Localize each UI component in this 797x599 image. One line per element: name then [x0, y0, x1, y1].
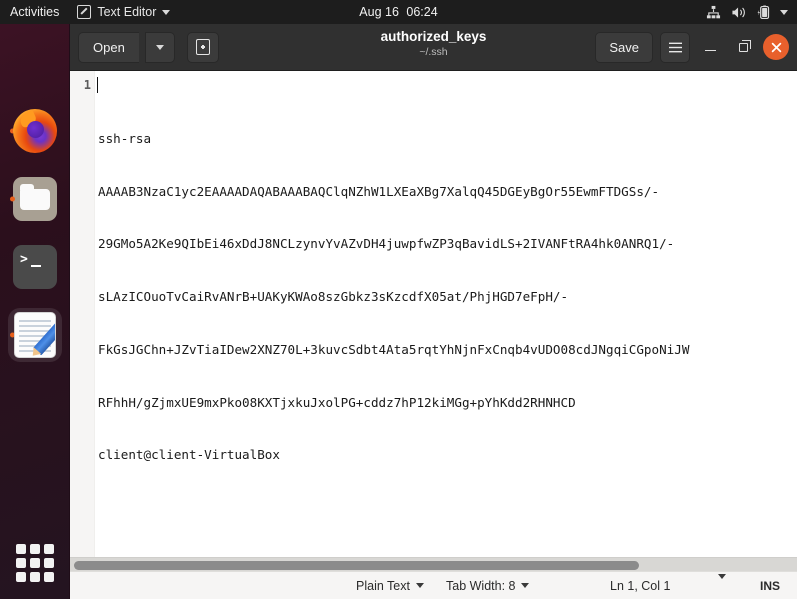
prompt-glyph: >: [20, 252, 28, 267]
dock-item-files[interactable]: [8, 172, 62, 226]
grid-dot: [44, 558, 54, 568]
editor-region: 1 ssh-rsa AAAAB3NzaC1yc2EAAAADAQABAAABAQ…: [70, 71, 797, 571]
tab-width-selector[interactable]: Tab Width: 8: [446, 578, 530, 593]
cursor-glyph: [31, 265, 41, 267]
minimize-icon: [704, 49, 716, 52]
network-icon: [706, 5, 721, 18]
chevron-down-icon: [155, 44, 164, 50]
source-view[interactable]: 1 ssh-rsa AAAAB3NzaC1yc2EAAAADAQABAAABAQ…: [70, 71, 797, 571]
maximize-icon: [738, 40, 751, 52]
insert-mode-label: INS: [760, 578, 781, 593]
code-line: ssh-rsa: [98, 130, 152, 146]
terminal-icon: >: [13, 245, 57, 289]
open-button[interactable]: Open: [78, 31, 139, 63]
chevron-down-icon: [718, 573, 726, 593]
top-bar-left-group: Activities Text Editor: [0, 5, 171, 19]
system-tray[interactable]: [706, 0, 788, 24]
grid-dot: [30, 572, 40, 582]
language-selector[interactable]: Plain Text: [356, 579, 424, 593]
close-button[interactable]: [763, 34, 789, 60]
chevron-down-icon: [162, 9, 171, 15]
hamburger-menu-icon: [668, 42, 682, 52]
grid-dot: [30, 544, 40, 554]
clock-date: Aug 16: [359, 5, 399, 19]
firefox-icon: [13, 109, 57, 153]
tab-width-label: Tab Width: 8: [446, 578, 516, 593]
header-left-buttons: Open: [78, 31, 219, 63]
language-label: Plain Text: [356, 578, 410, 593]
chevron-down-icon: [521, 583, 530, 588]
chevron-down-icon[interactable]: [780, 9, 788, 15]
grid-dot: [30, 558, 40, 568]
grid-dot: [16, 572, 26, 582]
code-text-area[interactable]: ssh-rsa AAAAB3NzaC1yc2EAAAADAQABAAABAQCl…: [95, 71, 797, 571]
grid-dot: [16, 544, 26, 554]
files-icon: [13, 177, 57, 221]
pencil-glyph: [33, 322, 55, 356]
volume-icon: [732, 6, 745, 18]
dock-item-terminal[interactable]: >: [8, 240, 62, 294]
code-line: AAAAB3NzaC1yc2EAAAADAQABAAABAQClqNZhW1LX…: [98, 183, 660, 199]
horizontal-scrollbar-thumb[interactable]: [74, 561, 639, 570]
activities-button[interactable]: Activities: [10, 5, 59, 19]
cursor-position-label: Ln 1, Col 1: [610, 579, 670, 593]
text-editor-icon: [77, 5, 92, 19]
code-line: sLAzICOuoTvCaiRvANrB+UAKyKWAo8szGbkz3sKz…: [98, 289, 569, 305]
new-document-icon: [195, 39, 210, 55]
show-applications-button[interactable]: [16, 544, 54, 582]
header-right-buttons: Save: [595, 31, 789, 63]
maximize-button[interactable]: [730, 34, 756, 60]
desktop-screen: Activities Text Editor Aug 16 06:24 > Op…: [0, 0, 797, 599]
hamburger-menu-button[interactable]: [660, 31, 690, 63]
save-button[interactable]: Save: [595, 31, 653, 63]
clock-time: 06:24: [406, 5, 438, 19]
app-menu-button[interactable]: Text Editor: [77, 5, 171, 19]
grid-dot: [44, 572, 54, 582]
line-number: 1: [83, 78, 91, 92]
horizontal-scrollbar[interactable]: [70, 557, 797, 571]
grid-dot: [44, 544, 54, 554]
dock-item-firefox[interactable]: [8, 104, 62, 158]
code-line: 29GMo5A2Ke9QIbEi46xDdJ8NCLzynvYvAZvDH4ju…: [98, 236, 675, 252]
minimize-button[interactable]: [697, 34, 723, 60]
grid-dot: [16, 558, 26, 568]
line-number-gutter: 1: [70, 71, 95, 571]
running-indicator-dot: [10, 196, 15, 202]
code-line: RFhhH/gZjmxUE9mxPko08KXTjxkuJxolPG+cddz7…: [98, 394, 576, 410]
app-menu-label: Text Editor: [97, 5, 157, 19]
text-cursor: [97, 77, 98, 93]
code-line: client@client-VirtualBox: [98, 447, 280, 463]
battery-charging-icon: [757, 4, 770, 19]
open-dropdown-button[interactable]: [144, 31, 175, 63]
dock-item-text-editor[interactable]: [8, 308, 62, 362]
new-document-button[interactable]: [186, 31, 219, 63]
ubuntu-dock: >: [0, 24, 70, 599]
folder-glyph: [20, 183, 50, 210]
window-header-bar: Open authorized_keys ~/.ssh Save: [70, 24, 797, 71]
cursor-position-text: Ln 1, Col 1: [610, 578, 671, 593]
close-icon: [771, 42, 781, 52]
gnome-top-bar: Activities Text Editor Aug 16 06:24: [0, 0, 797, 24]
status-bar: Plain Text Tab Width: 8 Ln 1, Col 1 INS: [70, 571, 797, 599]
code-line: FkGsJGChn+JZvTiaIDew2XNZ70L+3kuvcSdbt4At…: [98, 341, 690, 357]
text-editor-window: Open authorized_keys ~/.ssh Save 1 ssh-r…: [70, 24, 797, 599]
cursor-position-dropdown[interactable]: [718, 573, 726, 593]
chevron-down-icon: [415, 583, 424, 588]
text-editor-icon: [15, 313, 55, 357]
